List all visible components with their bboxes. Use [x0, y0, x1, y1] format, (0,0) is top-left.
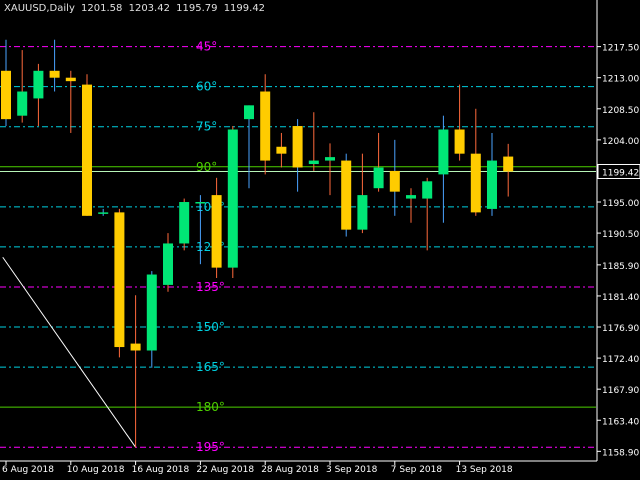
current-price-label: 1199.42 — [602, 168, 639, 178]
candle-body-31 — [503, 156, 514, 172]
candle-body-19 — [308, 160, 319, 165]
candle-body-24 — [389, 170, 400, 192]
candle-body-11 — [179, 202, 190, 244]
candle-body-23 — [373, 167, 384, 189]
date-label-3: 22 Aug 2018 — [196, 465, 254, 475]
candle-body-28 — [454, 129, 465, 154]
candle-body-10 — [163, 243, 173, 285]
candle-body-29 — [470, 153, 481, 213]
candle-body-12 — [195, 202, 206, 204]
date-label-5: 3 Sep 2018 — [326, 465, 378, 475]
date-label-0: 6 Aug 2018 — [2, 465, 54, 475]
gann-label-8: 165° — [196, 360, 225, 374]
candle-body-16 — [260, 91, 271, 161]
candle-body-20 — [325, 157, 335, 161]
candle-body-18 — [292, 126, 303, 168]
axes: 1217.50 1213.00 1208.50 1204.00 1199.42 1195.… — [0, 0, 640, 475]
price-tick-label-7: 1185.90 — [602, 262, 639, 272]
gann-label-2: 75° — [196, 120, 217, 134]
gann-label-10: 195° — [196, 440, 225, 454]
candle-body-4 — [65, 77, 76, 82]
candle-body-15 — [244, 105, 254, 120]
candle-body-9 — [146, 274, 157, 351]
candle-body-1 — [17, 91, 28, 116]
candle-body-7 — [114, 212, 125, 348]
price-tick-label-12: 1163.40 — [602, 417, 639, 427]
date-label-4: 28 Aug 2018 — [261, 465, 319, 475]
price-tick-label-6: 1190.50 — [602, 230, 639, 240]
candle-body-6 — [98, 212, 109, 214]
gann-label-7: 150° — [196, 320, 225, 334]
candle-body-8 — [130, 343, 141, 351]
price-tick-label-11: 1167.90 — [602, 386, 639, 396]
price-tick-label-10: 1172.40 — [602, 355, 639, 365]
date-label-6: 7 Sep 2018 — [391, 465, 443, 475]
date-label-1: 10 Aug 2018 — [67, 465, 125, 475]
candle-body-26 — [422, 181, 433, 199]
candles — [1, 39, 514, 448]
candle-body-3 — [49, 70, 60, 78]
price-tick-label-2: 1208.50 — [602, 106, 639, 116]
candle-body-27 — [438, 129, 449, 175]
gann-label-0: 45° — [196, 40, 217, 54]
candle-body-30 — [487, 160, 497, 209]
candle-body-13 — [211, 195, 222, 268]
price-tick-label-5: 1195.00 — [602, 199, 639, 209]
candle-body-17 — [276, 146, 287, 154]
candle-body-5 — [82, 84, 92, 216]
price-tick-label-3: 1204.00 — [602, 137, 639, 147]
price-tick-label-1: 1213.00 — [602, 75, 639, 85]
price-tick-label-0: 1217.50 — [602, 44, 639, 54]
candle-body-25 — [406, 195, 416, 199]
price-chart[interactable]: 45°60°75°90°105°120°135°150°165°180°195°… — [0, 0, 640, 480]
candle-body-0 — [1, 70, 11, 120]
date-label-2: 16 Aug 2018 — [132, 465, 190, 475]
price-tick-label-9: 1176.90 — [602, 324, 639, 334]
candle-body-2 — [33, 70, 44, 99]
price-tick-label-13: 1158.90 — [602, 448, 639, 458]
price-tick-label-8: 1181.40 — [602, 293, 639, 303]
gann-label-9: 180° — [196, 400, 225, 414]
gann-label-1: 60° — [196, 80, 217, 94]
date-label-7: 13 Sep 2018 — [456, 465, 513, 475]
gann-label-6: 135° — [196, 280, 225, 294]
candle-body-21 — [341, 160, 352, 230]
candle-body-22 — [357, 195, 368, 230]
candle-body-14 — [227, 129, 238, 268]
